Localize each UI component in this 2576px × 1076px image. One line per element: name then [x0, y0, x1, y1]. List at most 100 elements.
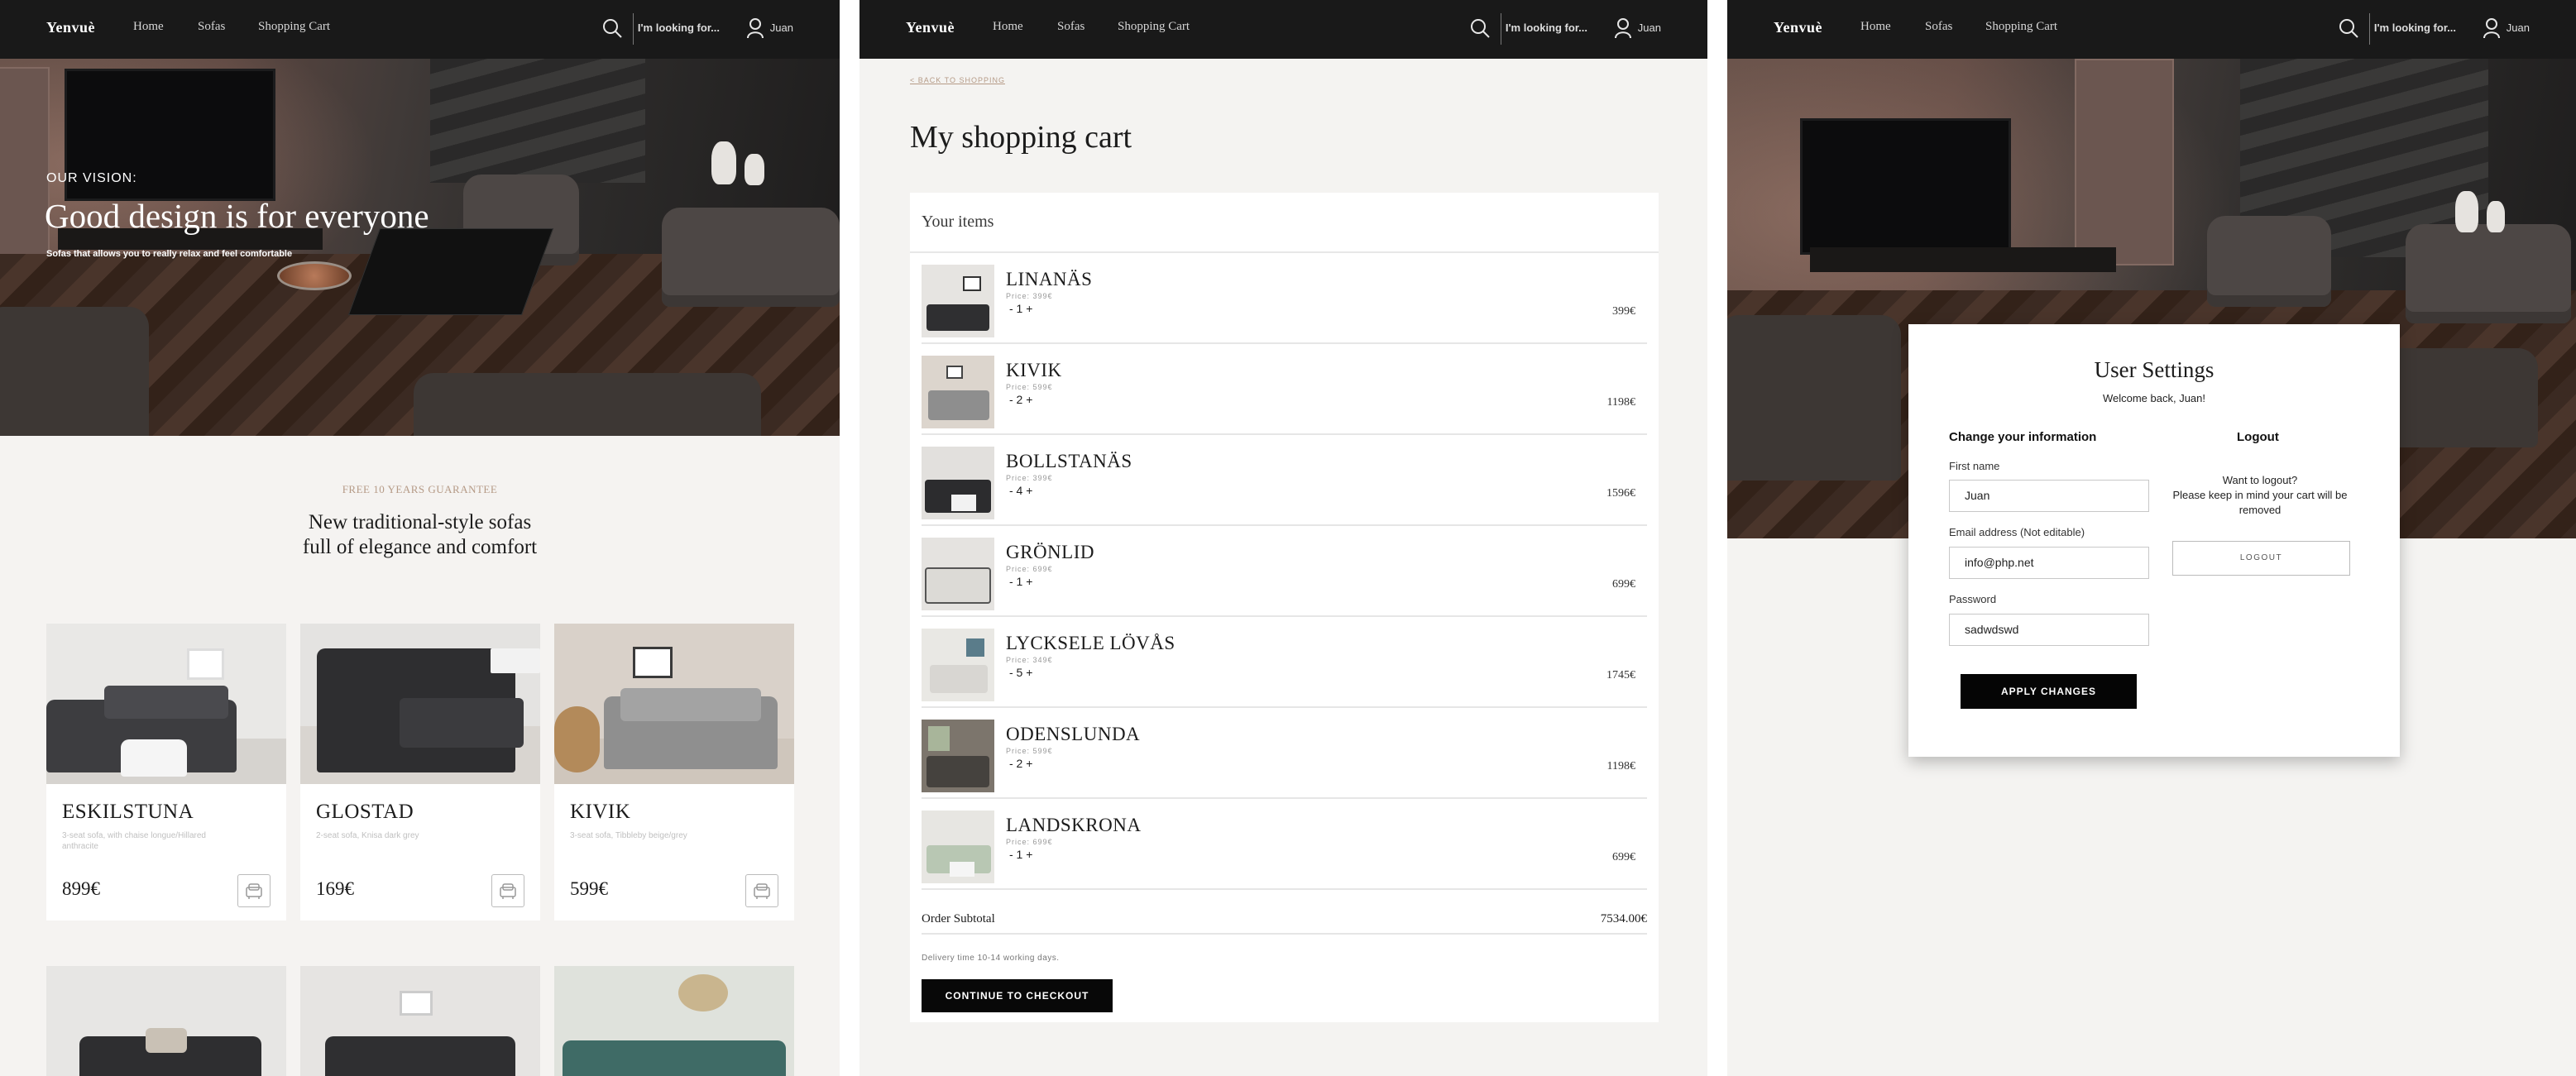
nav-link-shopping-cart[interactable]: Shopping Cart [1985, 20, 2057, 34]
cart-item: BOLLSTANÄS Price: 399€ - 4 + 1596€ [922, 435, 1647, 526]
add-to-cart-button[interactable] [237, 874, 271, 907]
item-name[interactable]: LINANÄS [1006, 269, 1092, 290]
search-icon[interactable] [1469, 17, 1491, 39]
nav-link-shopping-cart[interactable]: Shopping Cart [258, 20, 330, 34]
cart-add-icon [246, 883, 262, 899]
nav-link-sofas[interactable]: Sofas [1925, 20, 1952, 34]
user-name[interactable]: Juan [770, 22, 793, 34]
quantity-stepper[interactable]: - 4 + [1009, 484, 1032, 497]
product-card[interactable]: KIVIK 3-seat sofa, Tibbleby beige/grey 5… [554, 624, 794, 921]
search-icon[interactable] [2338, 17, 2359, 39]
product-description: 3-seat sofa, Tibbleby beige/grey [570, 831, 687, 840]
item-name[interactable]: BOLLSTANÄS [1006, 451, 1132, 472]
cart-item: LYCKSELE LÖVÅS Price: 349€ - 5 + 1745€ [922, 617, 1647, 708]
user-name[interactable]: Juan [2507, 22, 2530, 34]
search-input[interactable]: I'm looking for... [1506, 22, 1587, 34]
apply-changes-button[interactable]: APPLY CHANGES [1961, 674, 2137, 709]
first-name-label: First name [1949, 460, 2000, 472]
nav-divider [633, 13, 634, 45]
continue-to-checkout-button[interactable]: CONTINUE TO CHECKOUT [922, 979, 1113, 1012]
item-thumbnail[interactable] [922, 356, 994, 428]
product-name[interactable]: GLOSTAD [316, 801, 414, 824]
hero-title: Good design is for everyone [45, 197, 429, 235]
logo[interactable]: Yenvuè [1774, 19, 1822, 36]
item-thumbnail[interactable] [922, 538, 994, 610]
product-image[interactable] [554, 624, 794, 784]
search-input[interactable]: I'm looking for... [2374, 22, 2456, 34]
cart-item: LINANÄS Price: 399€ - 1 + 399€ [922, 253, 1647, 344]
product-image[interactable] [554, 966, 794, 1076]
email-field: info@php.net [1949, 547, 2149, 579]
welcome-message: Welcome back, Juan! [2102, 392, 2206, 404]
subtotal-value: 7534.00€ [1600, 912, 1647, 925]
search-icon[interactable] [601, 17, 623, 39]
user-name[interactable]: Juan [1638, 22, 1661, 34]
quantity-stepper[interactable]: - 1 + [1009, 848, 1032, 861]
logout-button[interactable]: LOGOUT [2172, 541, 2350, 576]
home-page: Yenvuè Home Sofas Shopping Cart I'm look… [0, 0, 840, 1076]
logout-heading: Logout [2237, 430, 2279, 444]
user-icon[interactable] [1614, 17, 1632, 39]
cart-item: GRÖNLID Price: 699€ - 1 + 699€ [922, 526, 1647, 617]
product-image[interactable] [46, 966, 286, 1076]
add-to-cart-button[interactable] [745, 874, 778, 907]
top-nav: Yenvuè Home Sofas Shopping Cart I'm look… [1727, 0, 2576, 59]
item-name[interactable]: KIVIK [1006, 360, 1062, 381]
hero-image [0, 59, 840, 436]
product-card[interactable] [46, 966, 286, 1076]
product-image[interactable] [300, 624, 540, 784]
item-thumbnail[interactable] [922, 265, 994, 337]
logo[interactable]: Yenvuè [46, 19, 95, 36]
product-card[interactable]: GLOSTAD 2-seat sofa, Knisa dark grey 169… [300, 624, 540, 921]
logo[interactable]: Yenvuè [906, 19, 955, 36]
item-thumbnail[interactable] [922, 811, 994, 883]
nav-link-home[interactable]: Home [133, 20, 164, 34]
product-card[interactable] [300, 966, 540, 1076]
product-card[interactable]: ESKILSTUNA 3-seat sofa, with chaise long… [46, 624, 286, 921]
cart-item: KIVIK Price: 599€ - 2 + 1198€ [922, 344, 1647, 435]
modal-title: User Settings [2094, 357, 2214, 382]
item-thumbnail[interactable] [922, 447, 994, 519]
item-unit-price: Price: 399€ [1006, 292, 1053, 300]
user-icon[interactable] [746, 17, 764, 39]
cart-item: LANDSKRONA Price: 699€ - 1 + 699€ [922, 799, 1647, 890]
quantity-stepper[interactable]: - 1 + [1009, 302, 1032, 315]
product-card[interactable] [554, 966, 794, 1076]
nav-link-home[interactable]: Home [993, 20, 1023, 34]
nav-link-shopping-cart[interactable]: Shopping Cart [1118, 20, 1190, 34]
item-unit-price: Price: 349€ [1006, 656, 1053, 664]
change-info-heading: Change your information [1949, 430, 2097, 444]
logout-question: Want to logout? [2222, 474, 2298, 486]
product-name[interactable]: KIVIK [570, 801, 630, 824]
password-label: Password [1949, 593, 1997, 605]
item-total: 1198€ [1606, 396, 1635, 409]
add-to-cart-button[interactable] [491, 874, 524, 907]
top-nav: Yenvuè Home Sofas Shopping Cart I'm look… [859, 0, 1707, 59]
item-thumbnail[interactable] [922, 720, 994, 792]
item-name[interactable]: GRÖNLID [1006, 542, 1094, 563]
item-name[interactable]: LANDSKRONA [1006, 815, 1141, 836]
back-to-shopping-link[interactable]: < BACK TO SHOPPING [910, 76, 1005, 84]
nav-divider [2369, 13, 2370, 45]
quantity-stepper[interactable]: - 1 + [1009, 575, 1032, 588]
item-name[interactable]: ODENSLUNDA [1006, 724, 1140, 745]
product-image[interactable] [300, 966, 540, 1076]
item-total: 1745€ [1606, 669, 1635, 681]
product-image[interactable] [46, 624, 286, 784]
quantity-stepper[interactable]: - 2 + [1009, 757, 1032, 770]
search-input[interactable]: I'm looking for... [638, 22, 720, 34]
item-thumbnail[interactable] [922, 629, 994, 701]
product-name[interactable]: ESKILSTUNA [62, 801, 194, 824]
hero-subtitle: Sofas that allows you to really relax an… [46, 249, 293, 259]
item-unit-price: Price: 699€ [1006, 565, 1053, 573]
item-name[interactable]: LYCKSELE LÖVÅS [1006, 633, 1175, 654]
nav-link-home[interactable]: Home [1860, 20, 1891, 34]
nav-link-sofas[interactable]: Sofas [198, 20, 225, 34]
quantity-stepper[interactable]: - 5 + [1009, 666, 1032, 679]
nav-link-sofas[interactable]: Sofas [1057, 20, 1085, 34]
user-icon[interactable] [2483, 17, 2501, 39]
email-label: Email address (Not editable) [1949, 526, 2085, 538]
quantity-stepper[interactable]: - 2 + [1009, 393, 1032, 406]
password-field[interactable]: sadwdswd [1949, 614, 2149, 646]
first-name-field[interactable]: Juan [1949, 480, 2149, 512]
